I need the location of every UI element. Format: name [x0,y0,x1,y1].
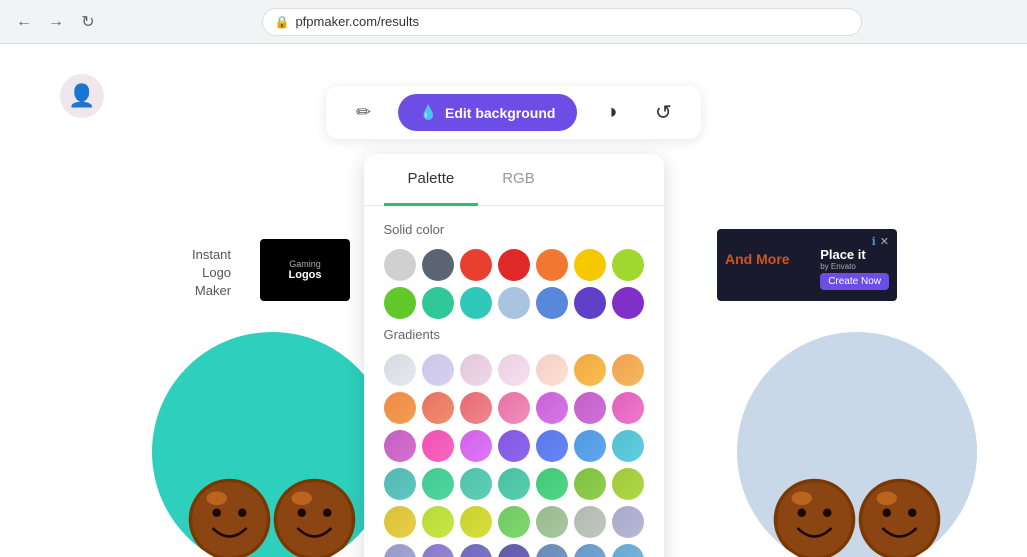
left-card-label: Gaming [289,259,321,269]
gradient-swatch[interactable] [574,354,606,386]
url-text: pfpmaker.com/results [295,14,419,29]
solid-color-swatch[interactable] [460,249,492,281]
solid-color-swatch[interactable] [574,249,606,281]
solid-color-swatch[interactable] [384,249,416,281]
left-card: Gaming Logos [260,239,350,301]
gradient-swatch[interactable] [422,506,454,538]
profile-right [737,332,977,557]
gradient-swatch[interactable] [536,544,568,557]
solid-color-swatch[interactable] [460,287,492,319]
gradient-swatch[interactable] [612,354,644,386]
user-avatar: 👤 [60,74,104,118]
ad-banner: ℹ ✕ And More Place it by Envato Create N… [717,229,897,301]
ad-logo: Place it by Envato Create Now [820,247,889,290]
ad-and-more-text: And More [725,251,790,267]
gradient-swatch[interactable] [536,468,568,500]
gradient-swatch[interactable] [422,468,454,500]
forward-button[interactable]: → [44,10,68,34]
tabs: Palette RGB [364,154,664,206]
gradient-swatch[interactable] [536,392,568,424]
place-it-text: Place it [820,247,889,262]
smiley-left-2 [272,477,357,557]
smiley-right-1 [772,477,857,557]
gradient-swatch[interactable] [460,354,492,386]
solid-color-swatch[interactable] [422,249,454,281]
gradient-swatch[interactable] [498,430,530,462]
solid-color-section: Solid color Gradients [364,206,664,557]
envato-text: by Envato [820,262,889,271]
gradient-swatch[interactable] [574,544,606,557]
refresh-button[interactable]: ↻ [76,10,100,34]
pencil-button[interactable]: ✏ [346,95,382,131]
gradient-swatch[interactable] [384,468,416,500]
avatar-icon: 👤 [68,83,95,109]
gradient-swatch[interactable] [574,430,606,462]
gradient-swatch[interactable] [422,430,454,462]
tab-palette[interactable]: Palette [384,154,479,206]
lock-icon: 🔒 [275,15,290,29]
toolbar: ✏ 💧 Edit background ◑ ↺ [326,86,702,139]
gradient-swatch[interactable] [384,392,416,424]
gradient-swatch[interactable] [612,430,644,462]
gradient-label: Gradients [384,327,644,342]
color-panel: Palette RGB Solid color Gradients [364,154,664,557]
gradient-swatch[interactable] [422,392,454,424]
gradient-swatch[interactable] [422,354,454,386]
gradient-swatch[interactable] [612,544,644,557]
left-card-title: Logos [289,269,322,281]
smiley-container-right [772,477,942,557]
gradient-swatch[interactable] [536,354,568,386]
gradient-swatch[interactable] [460,392,492,424]
solid-color-swatch[interactable] [574,287,606,319]
solid-color-swatch[interactable] [384,287,416,319]
browser-chrome: ← → ↻ 🔒 pfpmaker.com/results [0,0,1027,44]
gradient-grid [384,354,644,557]
main-content: 👤 ✏ 💧 Edit background ◑ ↺ Palette RGB So… [0,44,1027,557]
profile-left [152,332,392,557]
tab-rgb[interactable]: RGB [478,154,559,206]
gradient-swatch[interactable] [384,544,416,557]
gradient-swatch[interactable] [460,430,492,462]
gradient-swatch[interactable] [460,506,492,538]
create-now-button[interactable]: Create Now [820,273,889,290]
gradient-swatch[interactable] [384,430,416,462]
refresh-button[interactable]: ↺ [645,95,681,131]
gradient-swatch[interactable] [498,506,530,538]
solid-color-swatch[interactable] [536,287,568,319]
contrast-button[interactable]: ◑ [593,95,629,131]
solid-color-swatch[interactable] [498,249,530,281]
gradient-swatch[interactable] [536,506,568,538]
gradient-swatch[interactable] [384,354,416,386]
edit-background-button[interactable]: 💧 Edit background [398,94,578,131]
solid-color-swatch[interactable] [612,249,644,281]
back-button[interactable]: ← [12,10,36,34]
address-bar[interactable]: 🔒 pfpmaker.com/results [262,8,862,36]
gradient-swatch[interactable] [574,506,606,538]
solid-color-grid [384,249,644,319]
gradient-swatch[interactable] [612,468,644,500]
smiley-right-2 [857,477,942,557]
solid-color-swatch[interactable] [612,287,644,319]
gradient-swatch[interactable] [574,392,606,424]
smiley-left-1 [187,477,272,557]
instant-logo-text: Instant Logo Maker [192,246,231,301]
gradient-swatch[interactable] [498,544,530,557]
gradient-swatch[interactable] [422,544,454,557]
gradient-swatch[interactable] [384,506,416,538]
gradient-swatch[interactable] [574,468,606,500]
gradient-swatch[interactable] [612,506,644,538]
water-drop-icon: 💧 [420,104,437,121]
gradient-swatch[interactable] [536,430,568,462]
gradient-swatch[interactable] [498,392,530,424]
gradient-swatch[interactable] [498,354,530,386]
solid-color-swatch[interactable] [498,287,530,319]
solid-color-swatch[interactable] [536,249,568,281]
gradient-swatch[interactable] [460,544,492,557]
gradient-swatch[interactable] [498,468,530,500]
gradient-swatch[interactable] [460,468,492,500]
solid-color-label: Solid color [384,222,644,237]
solid-color-swatch[interactable] [422,287,454,319]
smiley-container-left [187,477,357,557]
gradient-swatch[interactable] [612,392,644,424]
